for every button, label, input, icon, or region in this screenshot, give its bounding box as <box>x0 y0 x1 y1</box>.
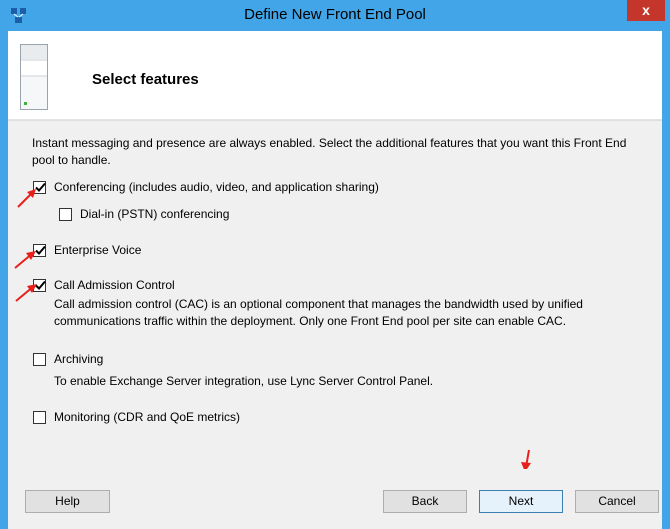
annotation-arrow-icon <box>15 284 37 302</box>
monitoring-checkbox[interactable] <box>33 411 46 424</box>
content-panel: Instant messaging and presence are alway… <box>8 120 662 472</box>
call-admission-control-description: Call admission control (CAC) is an optio… <box>54 297 583 328</box>
close-button[interactable]: x <box>627 0 665 21</box>
archiving-description: To enable Exchange Server integration, u… <box>54 374 434 388</box>
annotation-arrow-icon <box>14 251 36 269</box>
archiving-checkbox[interactable] <box>33 353 46 366</box>
page-title: Select features <box>92 71 199 88</box>
monitoring-label: Monitoring (CDR and QoE metrics) <box>54 410 241 424</box>
enterprise-voice-label: Enterprise Voice <box>54 243 142 257</box>
dialog-window: Define New Front End Pool x Select featu… <box>0 0 670 529</box>
back-button[interactable]: Back <box>383 490 467 513</box>
server-icon <box>20 44 48 110</box>
title-bar[interactable]: Define New Front End Pool x <box>0 0 670 31</box>
dial-in-checkbox[interactable] <box>59 208 72 221</box>
call-admission-control-label: Call Admission Control <box>54 278 175 292</box>
next-button[interactable]: Next <box>479 490 563 513</box>
intro-text: Instant messaging and presence are alway… <box>32 136 627 167</box>
cancel-button[interactable]: Cancel <box>575 490 659 513</box>
archiving-label: Archiving <box>54 352 104 366</box>
dial-in-label: Dial-in (PSTN) conferencing <box>80 207 230 221</box>
window-title: Define New Front End Pool <box>244 6 426 23</box>
annotation-arrow-icon <box>17 189 36 208</box>
page-header: Select features <box>8 31 662 120</box>
close-icon: x <box>642 2 650 18</box>
conferencing-label: Conferencing (includes audio, video, and… <box>54 180 379 194</box>
help-button[interactable]: Help <box>25 490 110 513</box>
button-bar: Help Back Next Cancel <box>8 469 662 529</box>
